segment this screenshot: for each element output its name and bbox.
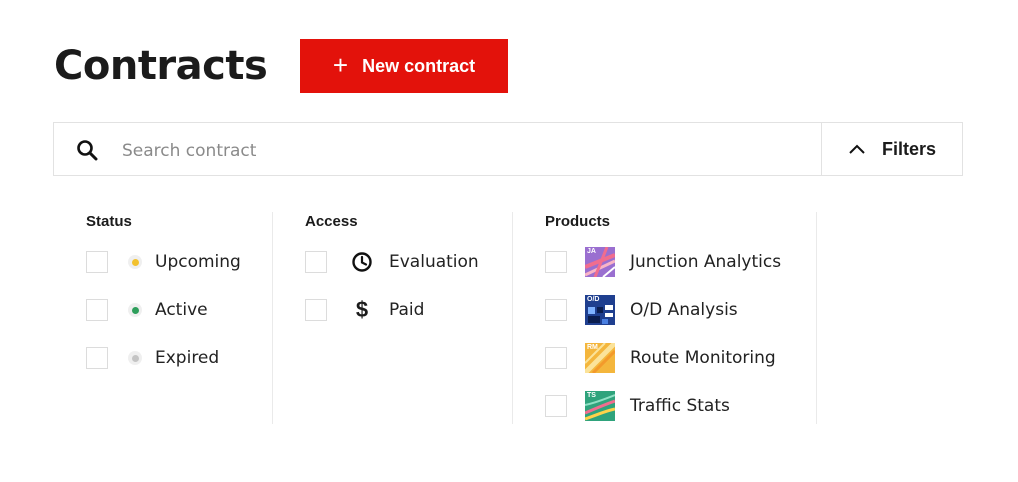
new-contract-label: New contract bbox=[362, 55, 476, 76]
status-option-label: Upcoming bbox=[155, 252, 241, 272]
status-option-upcoming[interactable]: Upcoming bbox=[86, 250, 272, 274]
filters-toggle-button[interactable]: Filters bbox=[821, 123, 962, 175]
product-option-junction-analytics[interactable]: JA Junction Analytics bbox=[545, 247, 816, 277]
access-option-label: Evaluation bbox=[389, 252, 479, 272]
status-option-active[interactable]: Active bbox=[86, 298, 272, 322]
status-filter-group: Status Upcoming Active Expired bbox=[86, 212, 273, 424]
access-option-label: Paid bbox=[389, 300, 425, 320]
checkbox[interactable] bbox=[305, 251, 327, 273]
product-option-route-monitoring[interactable]: RM Route Monitoring bbox=[545, 343, 816, 373]
plus-icon: + bbox=[332, 49, 349, 80]
checkbox[interactable] bbox=[545, 251, 567, 273]
junction-analytics-icon: JA bbox=[585, 247, 615, 277]
search-input[interactable] bbox=[120, 135, 724, 167]
status-option-label: Active bbox=[155, 300, 208, 320]
product-option-label: Junction Analytics bbox=[630, 252, 782, 272]
status-option-expired[interactable]: Expired bbox=[86, 346, 272, 370]
product-option-label: O/D Analysis bbox=[630, 300, 738, 320]
status-dot-icon bbox=[128, 303, 142, 317]
new-contract-button[interactable]: + New contract bbox=[300, 39, 508, 93]
checkbox[interactable] bbox=[86, 347, 108, 369]
search-icon bbox=[77, 140, 98, 161]
checkbox[interactable] bbox=[86, 299, 108, 321]
product-option-label: Route Monitoring bbox=[630, 348, 776, 368]
od-analysis-icon: O/D bbox=[585, 295, 615, 325]
page-title: Contracts bbox=[54, 43, 268, 89]
checkbox[interactable] bbox=[305, 299, 327, 321]
access-heading: Access bbox=[305, 213, 358, 230]
checkbox[interactable] bbox=[86, 251, 108, 273]
status-dot-icon bbox=[128, 255, 142, 269]
chevron-up-icon bbox=[849, 144, 865, 154]
product-abbr: O/D bbox=[587, 296, 600, 303]
checkbox[interactable] bbox=[545, 299, 567, 321]
access-option-evaluation[interactable]: Evaluation bbox=[305, 250, 512, 274]
product-abbr: RM bbox=[587, 344, 598, 351]
clock-icon bbox=[351, 251, 373, 273]
product-option-label: Traffic Stats bbox=[630, 396, 730, 416]
access-filter-group: Access Evaluation $ Paid bbox=[305, 212, 513, 424]
products-heading: Products bbox=[545, 213, 611, 230]
checkbox[interactable] bbox=[545, 347, 567, 369]
status-option-label: Expired bbox=[155, 348, 220, 368]
dollar-icon: $ bbox=[355, 297, 369, 322]
route-monitoring-icon: RM bbox=[585, 343, 615, 373]
checkbox[interactable] bbox=[545, 395, 567, 417]
product-abbr: JA bbox=[587, 248, 596, 255]
product-option-traffic-stats[interactable]: TS Traffic Stats bbox=[545, 391, 816, 421]
access-option-paid[interactable]: $ Paid bbox=[305, 298, 512, 322]
traffic-stats-icon: TS bbox=[585, 391, 615, 421]
filters-label: Filters bbox=[881, 138, 937, 159]
product-option-od-analysis[interactable]: O/D O/D Analysis bbox=[545, 295, 816, 325]
status-dot-icon bbox=[128, 351, 142, 365]
product-abbr: TS bbox=[587, 392, 596, 399]
status-heading: Status bbox=[86, 213, 132, 230]
search-bar: Filters bbox=[53, 122, 963, 176]
products-filter-group: Products JA Junction Analytics O/D O/D A… bbox=[545, 212, 817, 424]
